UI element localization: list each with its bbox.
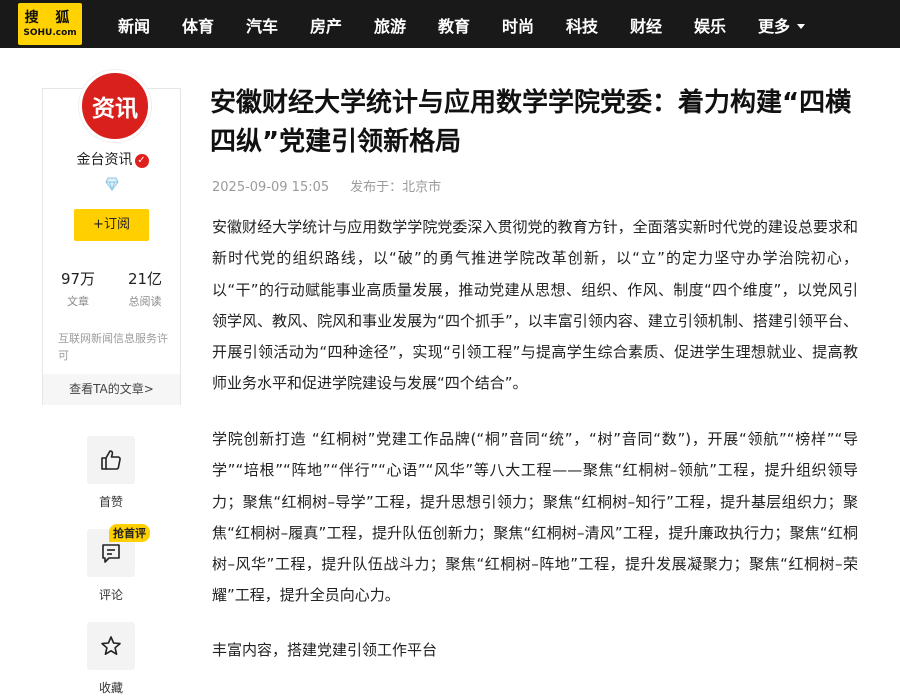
first-comment-badge: 抢首评 [109,524,150,542]
stat-label: 总阅读 [128,295,162,308]
like-action[interactable]: 首赞 [87,436,135,510]
top-navigation-bar: 搜 狐 SOHU.com 新闻 体育 汽车 房产 旅游 教育 时尚 科技 财经 … [0,0,900,48]
comment-label: 评论 [98,588,123,602]
nav-item-tech[interactable]: 科技 [566,13,598,37]
article-subheading: 丰富内容，搭建党建引领工作平台 [212,641,438,659]
nav-item-auto[interactable]: 汽车 [246,13,278,37]
author-name-row: 金台资讯 ✓ [43,149,182,169]
nav-item-entertainment[interactable]: 娱乐 [694,13,726,37]
stat-articles: 97万 文章 [48,268,108,309]
stat-value: 97万 [60,270,96,288]
publish-date: 2025-09-09 15:05 [212,180,330,195]
favorite-label: 收藏 [98,681,123,695]
star-icon [101,636,121,656]
like-label: 首赞 [98,495,123,509]
comment-button[interactable]: 抢首评 [87,524,150,577]
publish-location: 发布于：北京市 [350,180,442,195]
nav-item-fashion[interactable]: 时尚 [502,13,534,37]
avatar[interactable]: 资讯 [79,70,151,142]
stat-reads: 21亿 总阅读 [115,268,175,309]
nav-more-dropdown[interactable]: 更多 [758,13,806,37]
logo-chinese-text: 搜 狐 [24,10,76,26]
nav-item-sports[interactable]: 体育 [182,13,214,37]
license-text[interactable]: 互联网新闻信息服务许可 [58,330,170,364]
favorite-action[interactable]: 收藏 [87,622,135,696]
thumbs-up-icon [101,450,121,470]
view-author-articles-link[interactable]: 查看TA的文章> [43,374,180,405]
like-button[interactable] [87,436,135,484]
nav-item-house[interactable]: 房产 [310,13,342,37]
comment-action[interactable]: 抢首评 评论 [87,524,150,603]
comment-icon [102,544,120,563]
nav-item-news[interactable]: 新闻 [118,13,150,37]
logo-domain-text: SOHU.com [23,28,77,38]
nav-item-finance[interactable]: 财经 [630,13,662,37]
nav-item-education[interactable]: 教育 [438,13,470,37]
author-name[interactable]: 金台资讯 [77,152,133,168]
article-title: 安徽财经大学统计与应用数学学院党委：着力构建“四横四纵”党建引领新格局 [210,88,852,157]
sohu-logo[interactable]: 搜 狐 SOHU.com [18,3,82,45]
favorite-button[interactable] [87,622,135,670]
chevron-down-icon [797,24,806,29]
nav-item-travel[interactable]: 旅游 [374,13,406,37]
verified-icon: ✓ [134,154,149,168]
stat-label: 文章 [67,295,89,308]
article-paragraph: 学院创新打造 “红桐树”党建工作品牌(“桐”音同“统”，“树”音同“数”)，开展… [212,430,858,605]
subscribe-button[interactable]: +订阅 [74,209,149,241]
diamond-icon [105,177,119,191]
nav-more-label: 更多 [758,17,791,36]
article-paragraph: 安徽财经大学统计与应用数学学院党委深入贯彻党的教育方针，全面落实新时代党的建设总… [212,218,858,393]
article-meta: 2025-09-09 15:05 发布于：北京市 [212,176,441,195]
stat-value: 21亿 [127,270,163,288]
author-card: 资讯 金台资讯 ✓ +订阅 97万 文章 21亿 总阅读 互联网新闻信息服务许可 … [42,70,182,405]
